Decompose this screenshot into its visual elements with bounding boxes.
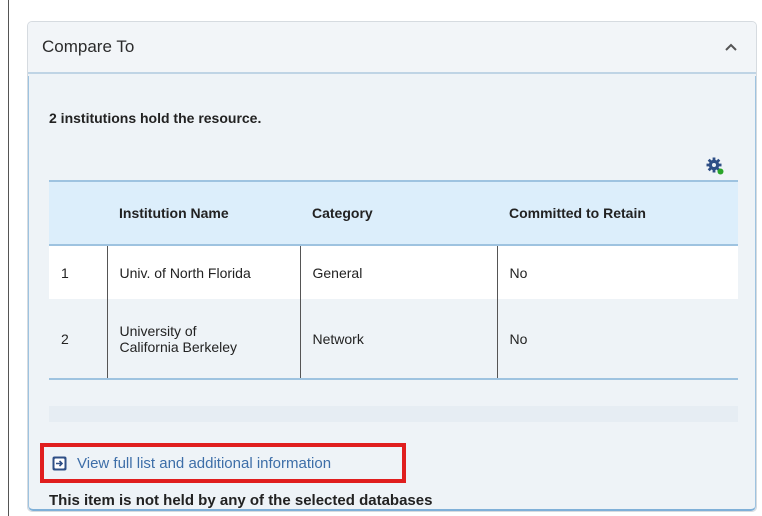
column-header-category[interactable]: Category bbox=[300, 180, 497, 246]
committed-to-retain: No bbox=[496, 245, 738, 299]
table-row: 2 University of California Berkeley Netw… bbox=[49, 299, 738, 380]
view-full-list-link[interactable]: View full list and additional informatio… bbox=[77, 455, 331, 472]
panel-body: 2 institutions hold the resource. Instit… bbox=[28, 76, 756, 511]
column-header-number bbox=[49, 180, 107, 246]
column-header-retain[interactable]: Committed to Retain bbox=[497, 180, 738, 246]
institution-name: Univ. of North Florida bbox=[106, 245, 300, 299]
not-held-note: This item is not held by any of the sele… bbox=[49, 492, 433, 509]
compare-to-panel: Compare To 2 institutions hold the resou… bbox=[27, 21, 757, 512]
panel-title: Compare To bbox=[42, 37, 135, 56]
page: Compare To 2 institutions hold the resou… bbox=[0, 0, 762, 516]
left-divider bbox=[8, 0, 9, 516]
institution-category: Network bbox=[299, 299, 497, 380]
committed-to-retain: No bbox=[496, 299, 738, 380]
table-header-row: Institution Name Category Committed to R… bbox=[49, 180, 738, 246]
row-number: 2 bbox=[49, 299, 107, 380]
panel-header[interactable]: Compare To bbox=[28, 22, 756, 74]
institution-category: General bbox=[299, 245, 497, 299]
row-number: 1 bbox=[49, 245, 107, 299]
institution-name: University of California Berkeley bbox=[106, 299, 300, 380]
view-full-list-highlight: View full list and additional informatio… bbox=[40, 443, 406, 483]
open-panel-icon[interactable] bbox=[52, 456, 67, 471]
holdings-table: Institution Name Category Committed to R… bbox=[49, 180, 738, 380]
chevron-up-icon[interactable] bbox=[722, 38, 740, 56]
holdings-summary: 2 institutions hold the resource. bbox=[49, 110, 262, 126]
column-header-institution[interactable]: Institution Name bbox=[107, 180, 300, 246]
table-footer-bar bbox=[49, 406, 738, 422]
table-row: 1 Univ. of North Florida General No bbox=[49, 245, 738, 299]
gear-icon[interactable] bbox=[705, 156, 725, 176]
institution-name-line: California Berkeley bbox=[119, 338, 238, 355]
institution-name-line: University of bbox=[119, 322, 197, 339]
